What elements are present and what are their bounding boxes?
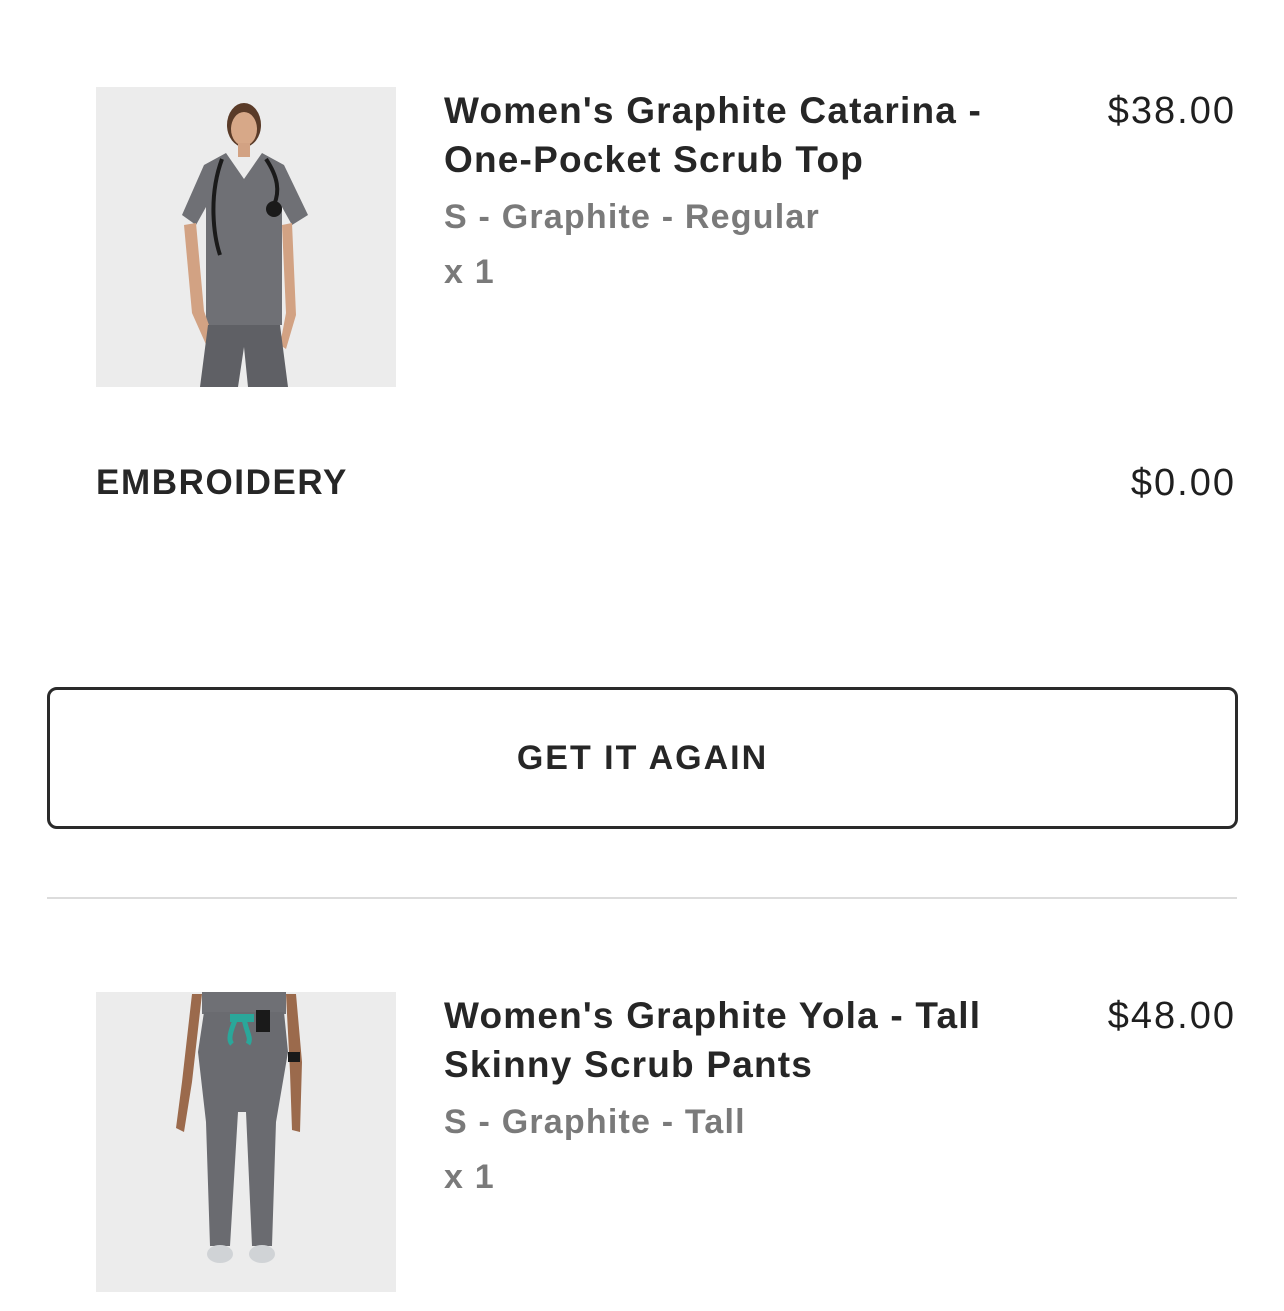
- product-image[interactable]: [96, 992, 396, 1292]
- product-variant: S - Graphite - Regular: [444, 198, 820, 236]
- product-image[interactable]: [96, 87, 396, 387]
- product-info: Women's Graphite Yola - Tall Skinny Scru…: [444, 992, 984, 1200]
- product-info: Women's Graphite Catarina - One-Pocket S…: [444, 87, 984, 295]
- get-it-again-button[interactable]: GET IT AGAIN: [47, 687, 1238, 829]
- scrub-pants-photo-icon: [96, 992, 396, 1292]
- product-quantity: x 1: [444, 253, 495, 291]
- product-price: $38.00: [1107, 90, 1236, 132]
- embroidery-addon-row: EMBROIDERY $0.00: [96, 458, 1236, 508]
- product-quantity: x 1: [444, 1158, 495, 1196]
- product-name[interactable]: Women's Graphite Yola - Tall Skinny Scru…: [444, 992, 984, 1089]
- scrub-top-photo-icon: [96, 87, 396, 387]
- addon-label: EMBROIDERY: [96, 463, 348, 502]
- product-name[interactable]: Women's Graphite Catarina - One-Pocket S…: [444, 87, 984, 184]
- divider: [47, 897, 1237, 899]
- product-price: $48.00: [1107, 995, 1236, 1037]
- product-variant: S - Graphite - Tall: [444, 1103, 746, 1141]
- addon-price: $0.00: [1130, 462, 1236, 504]
